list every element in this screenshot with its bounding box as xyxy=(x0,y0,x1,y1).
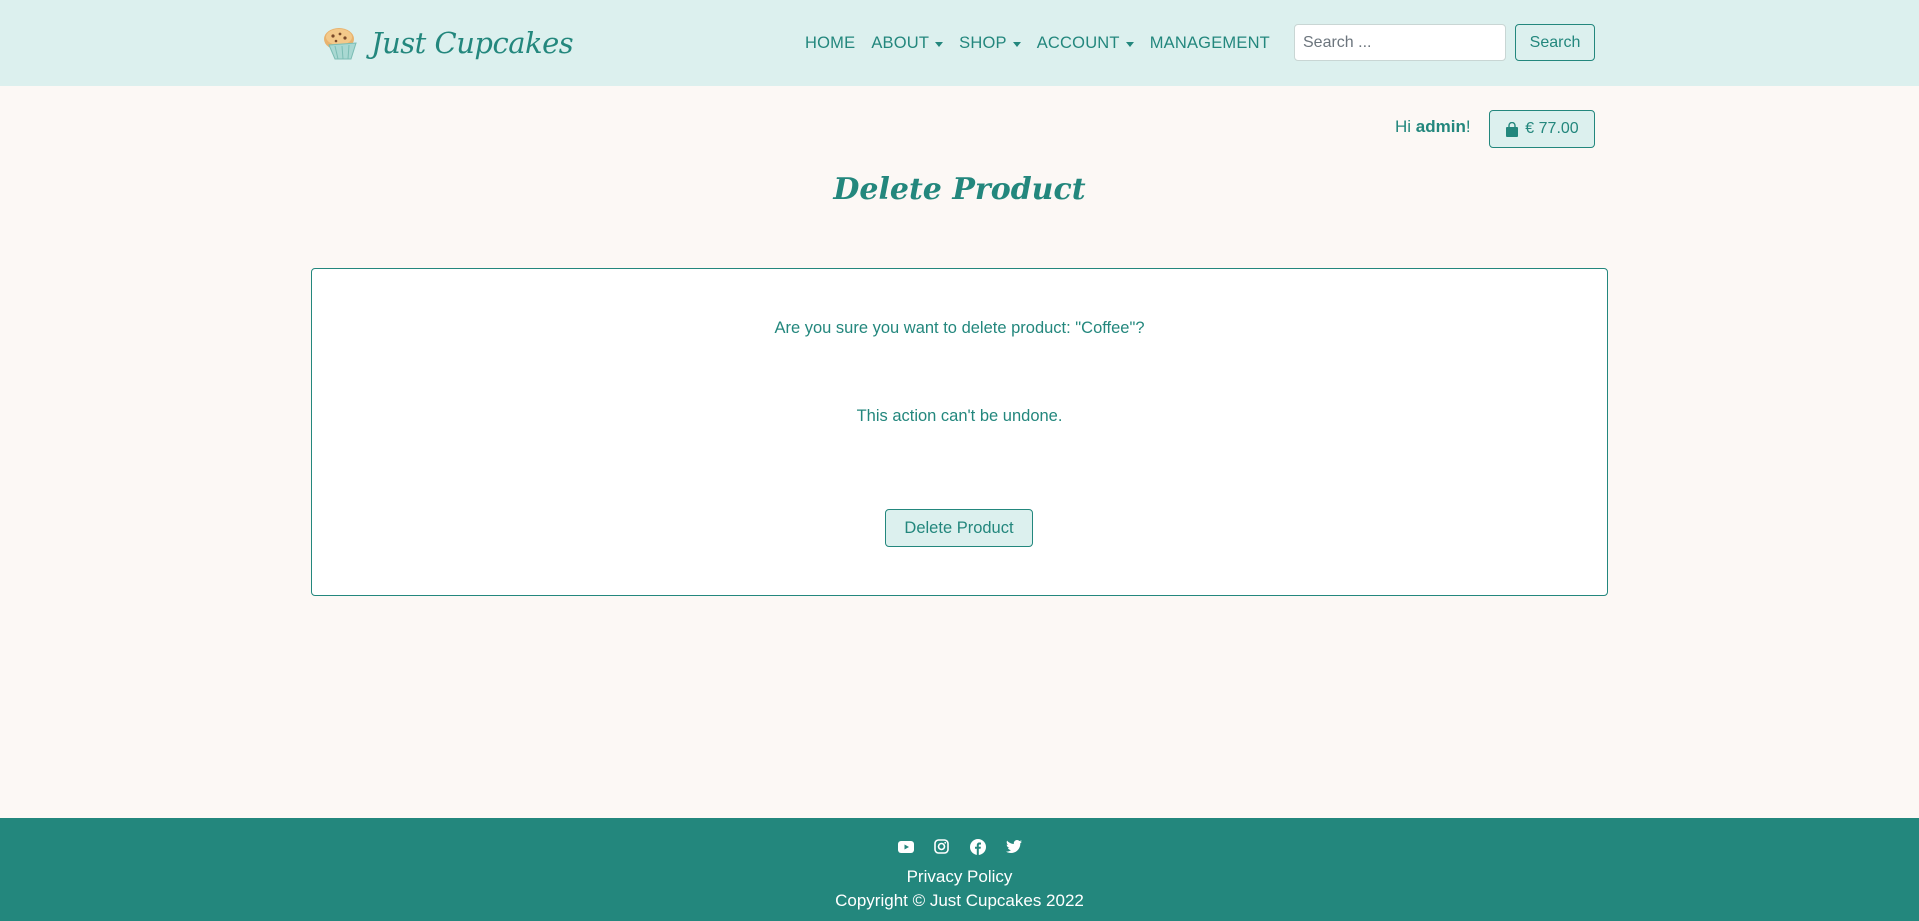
chevron-down-icon xyxy=(1125,41,1134,47)
chevron-down-icon xyxy=(935,41,944,47)
brand-name: Just Cupcakes xyxy=(371,26,574,60)
page-title: Delete Product xyxy=(833,172,1086,207)
user-greeting: Hi admin! xyxy=(1395,117,1471,137)
nav-home-label: HOME xyxy=(805,33,856,52)
cart-total: € 77.00 xyxy=(1525,120,1579,137)
social-links xyxy=(0,838,1919,855)
youtube-icon[interactable] xyxy=(897,838,914,855)
nav-about[interactable]: ABOUT xyxy=(863,34,951,53)
copyright-text: Copyright © Just Cupcakes 2022 xyxy=(835,891,1084,910)
facebook-icon[interactable] xyxy=(969,838,986,855)
delete-confirmation-card: Are you sure you want to delete product:… xyxy=(311,268,1608,596)
shopping-bag-icon xyxy=(1506,121,1519,137)
brand-link[interactable]: Just Cupcakes xyxy=(321,22,574,64)
delete-product-button[interactable]: Delete Product xyxy=(885,509,1033,547)
nav-management[interactable]: MANAGEMENT xyxy=(1142,34,1278,53)
twitter-icon[interactable] xyxy=(1005,838,1022,855)
search-input[interactable] xyxy=(1294,24,1506,61)
greeting-prefix: Hi xyxy=(1395,117,1416,136)
cupcake-icon xyxy=(324,28,357,60)
chevron-down-icon xyxy=(1012,41,1021,47)
navbar: Just Cupcakes HOME ABOUT SHOP ACCOUNT MA… xyxy=(0,0,1919,86)
nav-home[interactable]: HOME xyxy=(797,34,863,53)
warning-message: This action can't be undone. xyxy=(856,407,1063,425)
nav-about-label: ABOUT xyxy=(871,33,930,52)
search-button[interactable]: Search xyxy=(1515,24,1595,61)
instagram-icon[interactable] xyxy=(933,838,950,855)
username: admin xyxy=(1415,117,1466,136)
nav-account[interactable]: ACCOUNT xyxy=(1029,34,1142,53)
nav-shop[interactable]: SHOP xyxy=(951,34,1029,53)
confirm-message: Are you sure you want to delete product:… xyxy=(774,319,1145,337)
main-nav: HOME ABOUT SHOP ACCOUNT MANAGEMENT xyxy=(797,0,1278,86)
footer: Privacy Policy Copyright © Just Cupcakes… xyxy=(0,818,1919,921)
nav-shop-label: SHOP xyxy=(959,33,1007,52)
nav-management-label: MANAGEMENT xyxy=(1149,33,1270,52)
cart-button[interactable]: € 77.00 xyxy=(1489,110,1595,148)
privacy-policy-link[interactable]: Privacy Policy xyxy=(0,867,1919,887)
nav-account-label: ACCOUNT xyxy=(1036,33,1120,52)
greeting-suffix: ! xyxy=(1465,117,1471,136)
